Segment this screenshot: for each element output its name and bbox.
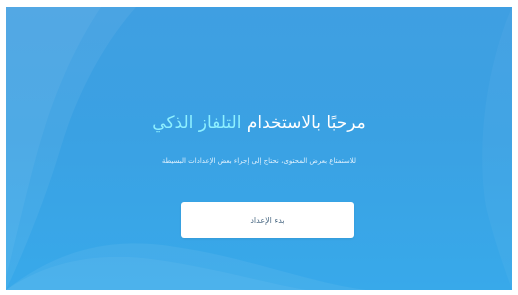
welcome-subtitle: للاستمتاع بعرض المحتوى، نحتاج إلى إجراء …	[161, 157, 357, 165]
welcome-title-text: مرحبًا بالاستخدام	[246, 113, 366, 133]
background-wave-decoration	[6, 7, 512, 290]
start-setup-button[interactable]: بدء الإعداد	[181, 202, 354, 238]
screen-frame: مرحبًا بالاستخدام التلفاز الذكي للاستمتا…	[0, 0, 518, 295]
welcome-title: مرحبًا بالاستخدام التلفاز الذكي	[6, 112, 512, 134]
welcome-screen: مرحبًا بالاستخدام التلفاز الذكي للاستمتا…	[6, 7, 512, 290]
welcome-title-accent: التلفاز الذكي	[152, 113, 242, 133]
